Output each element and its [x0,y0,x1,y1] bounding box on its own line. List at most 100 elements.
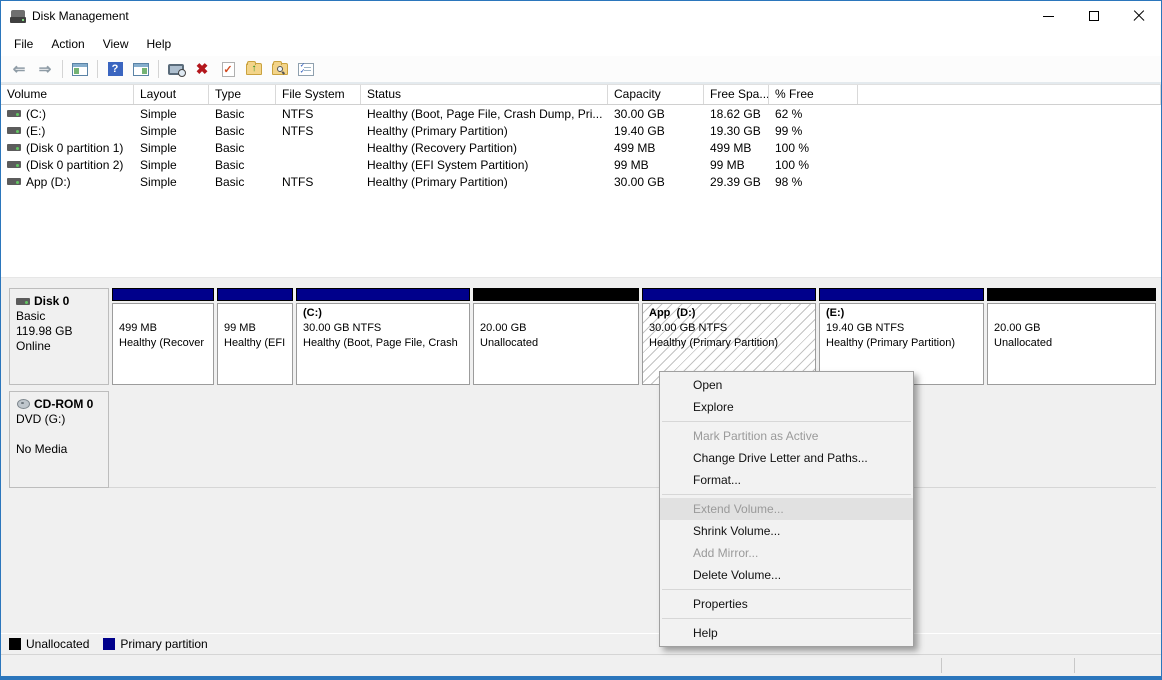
cell-status: Healthy (Boot, Page File, Crash Dump, Pr… [361,107,608,121]
volume-size: 19.40 GB NTFS [826,321,983,336]
toolbar: ⇐ ⇒ ? ✖ ✓ ↑ [1,56,1161,84]
disk-0-header[interactable]: Disk 0 Basic 119.98 GB Online [9,288,109,385]
view-options-button[interactable] [294,58,318,80]
cdrom-kind: DVD (G:) [16,412,104,427]
menu-view[interactable]: View [94,34,138,54]
help-button[interactable]: ? [103,58,127,80]
unallocated-swatch-icon [9,638,21,650]
column-header-type[interactable]: Type [209,85,276,104]
unallocated-color-bar [987,288,1156,301]
volume-status: Healthy (Boot, Page File, Crash [303,336,469,351]
close-button[interactable] [1116,1,1161,31]
menu-separator [662,494,911,495]
cell-capacity: 30.00 GB [608,175,704,189]
menu-item-shrink-volume[interactable]: Shrink Volume... [660,520,913,542]
menu-bar: File Action View Help [1,31,1161,56]
folder-search-icon [272,63,288,75]
volume-block-recovery[interactable]: 499 MB Healthy (Recover [112,288,214,385]
close-icon [1133,10,1145,22]
cell-volume: (E:) [26,124,45,138]
cdrom-state: No Media [16,442,104,457]
volume-icon [7,144,21,151]
back-button[interactable]: ⇐ [7,58,31,80]
show-action-pane-button[interactable] [129,58,153,80]
maximize-button[interactable] [1071,1,1116,31]
legend-primary-partition-label: Primary partition [120,637,207,651]
folder-up-icon: ↑ [246,63,262,75]
cell-pct-free: 98 % [769,175,858,189]
volume-icon [7,110,21,117]
menu-item-change-drive-letter[interactable]: Change Drive Letter and Paths... [660,447,913,469]
rescan-disks-button[interactable] [164,58,188,80]
window-controls [1026,1,1161,31]
explore-folder-button[interactable] [268,58,292,80]
cell-free-space: 499 MB [704,141,769,155]
menu-item-extend-volume: Extend Volume... [660,498,913,520]
open-folder-button[interactable]: ↑ [242,58,266,80]
disk-state: Online [16,339,104,354]
menu-file[interactable]: File [5,34,42,54]
volume-block-efi[interactable]: 99 MB Healthy (EFI [217,288,293,385]
cell-layout: Simple [134,124,209,138]
cell-pct-free: 100 % [769,158,858,172]
graphical-view: Disk 0 Basic 119.98 GB Online 499 MB Hea… [1,285,1161,633]
volume-size: 30.00 GB NTFS [649,321,815,336]
menu-item-open[interactable]: Open [660,374,913,396]
table-row[interactable]: (Disk 0 partition 1) Simple Basic Health… [1,139,1161,156]
show-console-tree-button[interactable] [68,58,92,80]
table-row[interactable]: (Disk 0 partition 2) Simple Basic Health… [1,156,1161,173]
volume-title: (C:) [303,306,469,321]
cell-volume: App (D:) [26,175,71,189]
volume-status: Healthy (Primary Partition) [826,336,983,351]
volume-block-unallocated-1[interactable]: 20.00 GB Unallocated [473,288,639,385]
volume-title [994,306,1155,321]
cell-file-system: NTFS [276,124,361,138]
cdrom-icon [16,399,30,411]
menu-item-format[interactable]: Format... [660,469,913,491]
column-header-free-space[interactable]: Free Spa... [704,85,769,104]
column-header-pct-free[interactable]: % Free [769,85,858,104]
menu-item-properties[interactable]: Properties [660,593,913,615]
cdrom-0-track [112,391,1156,487]
properties-doc-button[interactable]: ✓ [216,58,240,80]
cell-free-space: 19.30 GB [704,124,769,138]
volume-size: 499 MB [119,321,213,336]
cell-layout: Simple [134,141,209,155]
action-pane-icon [133,63,149,76]
delete-button[interactable]: ✖ [190,58,214,80]
table-row[interactable]: (E:) Simple Basic NTFS Healthy (Primary … [1,122,1161,139]
volume-block-c[interactable]: (C:) 30.00 GB NTFS Healthy (Boot, Page F… [296,288,470,385]
menu-item-help[interactable]: Help [660,622,913,644]
menu-item-explore[interactable]: Explore [660,396,913,418]
volume-icon [7,161,21,168]
column-header-file-system[interactable]: File System [276,85,361,104]
menu-separator [662,421,911,422]
table-row[interactable]: (C:) Simple Basic NTFS Healthy (Boot, Pa… [1,105,1161,122]
menu-action[interactable]: Action [42,34,93,54]
cell-type: Basic [209,158,276,172]
table-row[interactable]: App (D:) Simple Basic NTFS Healthy (Prim… [1,173,1161,190]
forward-button[interactable]: ⇒ [33,58,57,80]
menu-item-delete-volume[interactable]: Delete Volume... [660,564,913,586]
primary-partition-swatch-icon [103,638,115,650]
toolbar-separator [158,60,159,78]
help-icon: ? [108,62,123,76]
column-header-capacity[interactable]: Capacity [608,85,704,104]
status-bar-divider [941,658,942,673]
column-header-status[interactable]: Status [361,85,608,104]
menu-help[interactable]: Help [138,34,181,54]
unallocated-color-bar [473,288,639,301]
volume-title [119,306,213,321]
volume-size: 30.00 GB NTFS [303,321,469,336]
cdrom-0-header[interactable]: CD-ROM 0 DVD (G:) No Media [9,391,109,488]
cell-type: Basic [209,107,276,121]
check-document-icon: ✓ [222,62,235,77]
column-header-layout[interactable]: Layout [134,85,209,104]
disk-0-row: Disk 0 Basic 119.98 GB Online 499 MB Hea… [9,288,1156,385]
minimize-button[interactable] [1026,1,1071,31]
volume-block-unallocated-2[interactable]: 20.00 GB Unallocated [987,288,1156,385]
volume-status: Healthy (Recover [119,336,213,351]
column-header-volume[interactable]: Volume [1,85,134,104]
pane-splitter[interactable] [1,277,1161,285]
cell-capacity: 499 MB [608,141,704,155]
